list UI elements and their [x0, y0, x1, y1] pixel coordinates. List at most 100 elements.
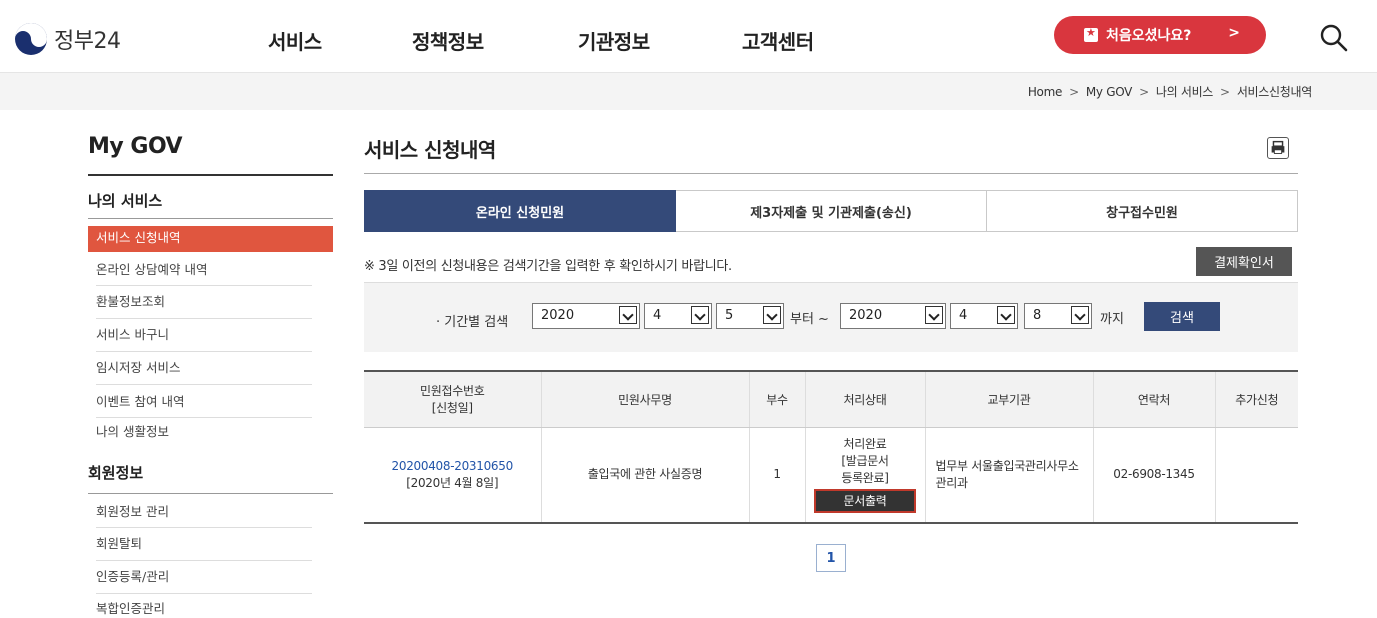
cell-extra — [1214, 427, 1298, 524]
status-text: 처리완료 — [843, 437, 887, 452]
sidebar-divider — [88, 174, 333, 176]
site-header: 정부24 서비스 정책정보 기관정보 고객센터 처음오셨나요? > — [0, 0, 1377, 72]
chevron-down-icon — [997, 306, 1015, 324]
breadcrumb-mygov[interactable]: My GOV — [1086, 85, 1133, 99]
sidebar-item-divider — [96, 417, 312, 418]
header-extra: 추가신청 — [1214, 370, 1298, 428]
breadcrumb-separator-icon: > — [1220, 85, 1230, 99]
sidebar-section-member[interactable]: 회원정보 — [88, 462, 143, 483]
table-header-row: 민원접수번호 [신청일] 민원사무명 부수 처리상태 교부기관 연락처 추가신청 — [364, 370, 1298, 428]
to-suffix-text: 까지 — [1100, 312, 1124, 327]
sidebar-item-refund[interactable]: 환불정보조회 — [88, 290, 333, 316]
nav-agency[interactable]: 기관정보 — [578, 26, 650, 55]
breadcrumb-current[interactable]: 서비스신청내역 — [1237, 85, 1312, 99]
header-status: 처리상태 — [804, 370, 925, 428]
from-day-value: 5 — [725, 308, 734, 323]
search-button[interactable]: 검색 — [1144, 302, 1220, 331]
cell-service-name: 출입국에 관한 사실증명 — [540, 427, 749, 524]
payment-receipt-button[interactable]: 결제확인서 — [1196, 247, 1292, 276]
breadcrumb-separator-icon: > — [1139, 85, 1149, 99]
chevron-down-icon — [691, 306, 709, 324]
tab-bar: 온라인 신청민원 제3자제출 및 기관제출(송신) 창구접수민원 — [364, 190, 1298, 232]
sidebar-item-member-manage[interactable]: 회원정보 관리 — [88, 500, 333, 526]
logo-text: 정부24 — [54, 29, 121, 54]
header-copies: 부수 — [748, 370, 805, 428]
sidebar-item-temp-saved[interactable]: 임시저장 서비스 — [88, 356, 333, 382]
header-receipt-no-text: 민원접수번호 — [420, 384, 485, 399]
to-year-select[interactable]: 2020 — [840, 303, 946, 329]
sidebar-item-event-history[interactable]: 이벤트 참여 내역 — [88, 390, 333, 416]
sidebar-item-consult-reservation[interactable]: 온라인 상담예약 내역 — [88, 258, 333, 284]
breadcrumb-bar: Home > My GOV > 나의 서비스 > 서비스신청내역 — [0, 72, 1377, 110]
tab-online-application[interactable]: 온라인 신청민원 — [364, 190, 676, 232]
sidebar-item-combined-cert[interactable]: 복합인증관리 — [88, 597, 333, 618]
gov24-logo[interactable]: 정부24 — [14, 22, 121, 56]
nav-services[interactable]: 서비스 — [268, 26, 322, 55]
sidebar-item-cert-manage[interactable]: 인증등록/관리 — [88, 565, 333, 591]
nav-policy[interactable]: 정책정보 — [412, 26, 484, 55]
first-visit-label: 처음오셨나요? — [1106, 28, 1192, 44]
breadcrumb: Home > My GOV > 나의 서비스 > 서비스신청내역 — [1028, 83, 1312, 100]
sidebar-section-my-service[interactable]: 나의 서비스 — [88, 190, 162, 211]
sidebar-item-life-info[interactable]: 나의 생활정보 — [88, 420, 333, 446]
sidebar-item-service-basket[interactable]: 서비스 바구니 — [88, 323, 333, 349]
chevron-down-icon — [619, 306, 637, 324]
cell-agency: 법무부 서울출입국관리사무소 관리과 — [924, 427, 1093, 524]
header-receipt-no: 민원접수번호 [신청일] — [364, 370, 541, 428]
sidebar-item-divider — [96, 560, 312, 561]
to-month-select[interactable]: 4 — [950, 303, 1018, 329]
from-year-select[interactable]: 2020 — [532, 303, 640, 329]
search-notice: ※ 3일 이전의 신청내용은 검색기간을 입력한 후 확인하시기 바랍니다. — [364, 259, 732, 274]
bookmark-star-icon — [1084, 26, 1098, 42]
receipt-no-link[interactable]: 20200408-20310650 — [392, 459, 514, 473]
print-document-button[interactable]: 문서출력 — [814, 489, 916, 514]
header-apply-date-text: [신청일] — [431, 401, 473, 416]
application-table: 민원접수번호 [신청일] 민원사무명 부수 처리상태 교부기관 연락처 추가신청 … — [364, 370, 1298, 524]
sidebar-section-divider — [88, 493, 333, 494]
chevron-down-icon — [925, 306, 943, 324]
tab-counter-application[interactable]: 창구접수민원 — [987, 190, 1298, 232]
from-month-value: 4 — [653, 308, 662, 323]
breadcrumb-my-service[interactable]: 나의 서비스 — [1156, 85, 1214, 99]
from-month-select[interactable]: 4 — [644, 303, 712, 329]
breadcrumb-home[interactable]: Home — [1028, 85, 1063, 99]
sidebar-item-divider — [96, 593, 312, 594]
printer-icon[interactable] — [1267, 137, 1289, 159]
header-agency: 교부기관 — [924, 370, 1093, 428]
apply-date: [2020년 4월 8일] — [406, 475, 499, 490]
sidebar-item-withdraw[interactable]: 회원탈퇴 — [88, 532, 333, 558]
title-divider — [364, 173, 1298, 174]
sidebar-item-divider — [96, 351, 312, 352]
from-day-select[interactable]: 5 — [716, 303, 784, 329]
chevron-right-icon: > — [1228, 25, 1240, 41]
cell-receipt-no: 20200408-20310650 [2020년 4월 8일] — [364, 427, 541, 524]
to-year-value: 2020 — [849, 308, 883, 323]
chevron-down-icon — [763, 306, 781, 324]
nav-customer-center[interactable]: 고객센터 — [742, 26, 814, 55]
taegeuk-logo-icon — [15, 23, 47, 55]
sidebar-section-divider — [88, 218, 333, 219]
breadcrumb-separator-icon: > — [1069, 85, 1079, 99]
sidebar-item-service-history[interactable]: 서비스 신청내역 — [88, 226, 333, 252]
status-detail-1: [발급문서 — [841, 454, 889, 469]
from-suffix-text: 부터 ~ — [790, 312, 829, 327]
tab-third-party-submission[interactable]: 제3자제출 및 기관제출(송신) — [676, 190, 987, 232]
to-month-value: 4 — [959, 308, 968, 323]
chevron-down-icon — [1071, 306, 1089, 324]
search-icon[interactable] — [1316, 20, 1352, 56]
period-search-label: · 기간별 검색 — [436, 315, 509, 330]
sidebar-item-divider — [96, 527, 312, 528]
cell-contact: 02-6908-1345 — [1092, 427, 1215, 524]
to-day-select[interactable]: 8 — [1024, 303, 1092, 329]
from-year-value: 2020 — [541, 308, 575, 323]
page-title: 서비스 신청내역 — [364, 138, 496, 162]
sidebar-item-divider — [96, 318, 312, 319]
to-day-value: 8 — [1033, 308, 1042, 323]
sidebar-title: My GOV — [88, 134, 183, 159]
status-detail-2: 등록완료] — [841, 471, 889, 486]
first-visit-button[interactable]: 처음오셨나요? > — [1054, 16, 1266, 54]
sidebar-item-divider — [96, 384, 312, 385]
table-row: 20200408-20310650 [2020년 4월 8일] 출입국에 관한 사… — [364, 427, 1298, 524]
pagination-page-1[interactable]: 1 — [816, 544, 846, 572]
header-service-name: 민원사무명 — [540, 370, 749, 428]
